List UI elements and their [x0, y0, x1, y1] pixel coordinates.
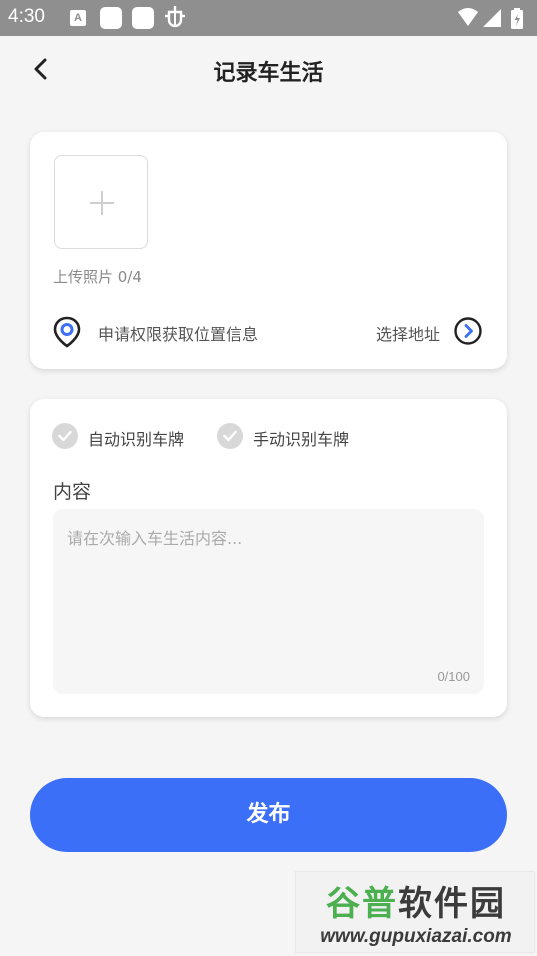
content-box: 0/100	[53, 509, 484, 694]
status-time: 4:30	[8, 6, 45, 27]
wifi-icon	[458, 8, 478, 26]
location-pin-icon	[52, 316, 82, 348]
watermark-url: www.gupuxiazai.com	[320, 926, 512, 947]
signal-icon	[483, 9, 501, 27]
photo-location-card: 上传照片 0/4 申请权限获取位置信息 选择地址	[30, 132, 507, 369]
watermark-title: 谷普软件园	[296, 876, 536, 925]
watermark-logo: 谷普软件园 www.gupuxiazai.com	[295, 871, 535, 953]
content-textarea[interactable]	[53, 509, 484, 694]
plus-icon	[90, 191, 114, 215]
upload-photo-button[interactable]	[54, 155, 148, 249]
square-icon	[100, 7, 122, 29]
chevron-right-circle-icon	[453, 316, 483, 346]
content-label: 内容	[53, 481, 92, 503]
status-bar: 4:30 A	[0, 0, 537, 36]
publish-button[interactable]: 发布	[30, 778, 507, 852]
content-card: 自动识别车牌 手动识别车牌 内容 0/100	[30, 399, 507, 717]
square-icon	[132, 7, 154, 29]
check-circle-icon	[217, 423, 243, 449]
upload-count-label: 上传照片 0/4	[53, 268, 142, 286]
location-permission-text[interactable]: 申请权限获取位置信息	[98, 321, 258, 345]
check-circle-icon	[52, 423, 78, 449]
a-badge-icon: A	[70, 10, 86, 26]
system-icons	[457, 6, 529, 30]
page-title: 记录车生活	[213, 61, 324, 86]
watermark-title-part1: 谷普	[326, 884, 398, 924]
battery-icon	[511, 8, 523, 29]
manual-plate-label: 手动识别车牌	[253, 430, 350, 449]
auto-plate-label: 自动识别车牌	[88, 430, 185, 449]
app-header: 记录车生活	[0, 36, 537, 104]
watermark-title-part2: 软件园	[398, 884, 506, 924]
bug-icon	[164, 4, 186, 28]
select-address-label: 选择地址	[375, 325, 440, 344]
char-counter: 0/100	[437, 669, 470, 684]
